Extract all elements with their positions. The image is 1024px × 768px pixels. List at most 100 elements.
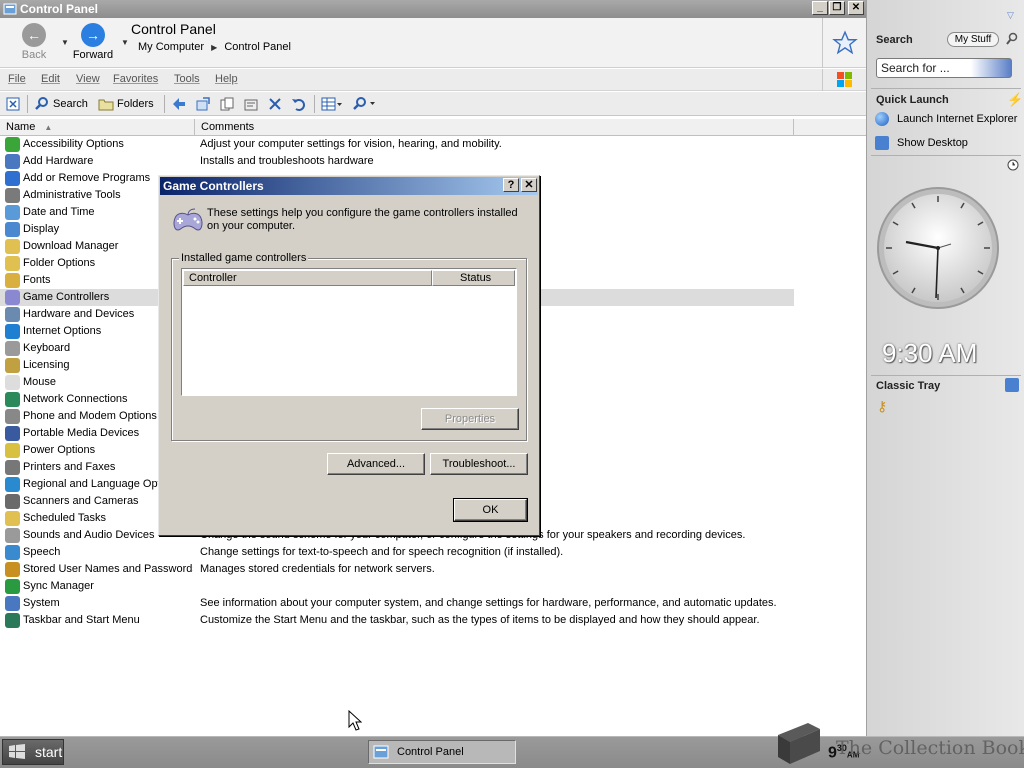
- advanced-button[interactable]: Advanced...: [327, 453, 425, 475]
- item-icon: [5, 443, 20, 458]
- column-header: Name ▲ Comments: [0, 119, 866, 136]
- item-icon: [5, 341, 20, 356]
- tray-keys-icon[interactable]: ⚷: [877, 398, 887, 415]
- up-arrow-icon: [173, 98, 185, 110]
- list-item[interactable]: Speech Change settings for text-to-speech…: [0, 544, 794, 561]
- classic-tray-icon[interactable]: [1005, 378, 1019, 392]
- column-name-header[interactable]: Name ▲: [0, 119, 195, 136]
- restore-button[interactable]: ❐: [829, 1, 845, 15]
- menu-help[interactable]: Help: [215, 73, 238, 85]
- breadcrumb-control-panel[interactable]: Control Panel: [224, 41, 291, 53]
- forward-button[interactable]: → Forward: [63, 23, 123, 67]
- views-button[interactable]: [321, 95, 343, 113]
- clock-settings-icon[interactable]: [1007, 159, 1019, 171]
- item-name: Accessibility Options: [23, 138, 124, 150]
- item-icon: [5, 528, 20, 543]
- ok-button[interactable]: OK: [453, 498, 528, 522]
- list-item[interactable]: System See information about your compute…: [0, 595, 794, 612]
- item-name: Speech: [23, 546, 61, 558]
- menu-edit[interactable]: Edit: [41, 73, 60, 85]
- item-icon: [5, 511, 20, 526]
- sidebar-divider: [871, 375, 1021, 376]
- troubleshoot-button[interactable]: Troubleshoot...: [430, 453, 528, 475]
- minimize-button[interactable]: _: [812, 1, 828, 15]
- forward-dropdown-icon[interactable]: ▼: [121, 38, 129, 47]
- taskbar-control-panel[interactable]: Control Panel: [368, 740, 516, 764]
- menu-file[interactable]: File: [8, 73, 26, 85]
- quick-launch-internet-explorer[interactable]: Launch Internet Explorer: [875, 110, 1024, 128]
- sidebar: ▽ Search My Stuff Search for ... Quick L…: [866, 0, 1024, 736]
- menu-view[interactable]: View: [76, 73, 100, 85]
- move-to-button[interactable]: [195, 95, 211, 113]
- favorites-star-button[interactable]: [822, 18, 866, 68]
- item-icon: [5, 290, 20, 305]
- sidebar-options-icon[interactable]: ▽: [1007, 10, 1014, 21]
- game-controllers-dialog: Game Controllers ? ✕ These settings help…: [158, 175, 540, 536]
- search-options-button[interactable]: [352, 95, 378, 113]
- item-name: System: [23, 597, 60, 609]
- toolbar-separator: [27, 95, 28, 113]
- dialog-help-button[interactable]: ?: [503, 178, 519, 192]
- analog-clock: [877, 187, 999, 309]
- installed-controllers-label: Installed game controllers: [179, 252, 309, 264]
- sidebar-search-input[interactable]: Search for ...: [876, 58, 1012, 78]
- toolbar: Search Folders: [0, 92, 866, 116]
- search-icon[interactable]: [1005, 32, 1019, 46]
- search-button[interactable]: Search: [34, 95, 88, 113]
- menu-tools[interactable]: Tools: [174, 73, 200, 85]
- item-comment: Change settings for text-to-speech and f…: [200, 546, 564, 558]
- list-item[interactable]: Stored User Names and Passwords Manages s…: [0, 561, 794, 578]
- controller-column-header[interactable]: Controller: [183, 270, 432, 286]
- mouse-cursor-icon: [348, 710, 362, 731]
- copy-to-button[interactable]: [219, 95, 235, 113]
- start-logo-icon: [9, 744, 25, 759]
- star-icon: [831, 30, 858, 55]
- list-item[interactable]: Accessibility Options Adjust your compute…: [0, 136, 794, 153]
- game-controller-icon: [173, 208, 203, 231]
- back-button[interactable]: ← Back: [4, 23, 64, 67]
- breadcrumb-my-computer[interactable]: My Computer: [138, 41, 204, 53]
- quick-launch-title: Quick Launch: [876, 94, 949, 106]
- dialog-titlebar[interactable]: Game Controllers ? ✕: [160, 177, 538, 195]
- item-name: Taskbar and Start Menu: [23, 614, 140, 626]
- navigation-bar: ← Back ▼ → Forward ▼ Control Panel My Co…: [0, 18, 866, 68]
- sidebar-divider: [871, 155, 1021, 156]
- my-stuff-button[interactable]: My Stuff: [947, 32, 999, 47]
- start-button[interactable]: start: [2, 739, 64, 765]
- control-panel-icon: [3, 3, 17, 15]
- undo-icon: [292, 99, 305, 111]
- item-icon: [5, 562, 20, 577]
- up-folder-button[interactable]: [171, 95, 187, 113]
- search-section-title: Search: [876, 34, 913, 46]
- window-title: Control Panel: [20, 2, 99, 16]
- menu-favorites[interactable]: Favorites: [113, 73, 158, 85]
- quick-launch-show-desktop[interactable]: Show Desktop: [875, 134, 1024, 152]
- item-icon: [5, 596, 20, 611]
- dialog-close-button[interactable]: ✕: [521, 178, 537, 192]
- status-column-header[interactable]: Status: [432, 270, 515, 286]
- menu-bar: File Edit View Favorites Tools Help: [0, 69, 866, 91]
- window-titlebar[interactable]: Control Panel _ ❐ ✕: [0, 0, 866, 18]
- delete-button[interactable]: [267, 95, 283, 113]
- move-to-icon: [196, 97, 210, 111]
- item-icon: [5, 171, 20, 186]
- collection-book-logo-icon: [778, 723, 820, 764]
- close-button[interactable]: ✕: [848, 1, 864, 15]
- item-comment: Adjust your computer settings for vision…: [200, 138, 502, 150]
- properties-toolbar-button[interactable]: [243, 95, 259, 113]
- folders-button[interactable]: Folders: [98, 95, 154, 113]
- properties-button[interactable]: Properties: [421, 408, 519, 430]
- column-comments-header[interactable]: Comments: [195, 119, 794, 136]
- views-icon: [321, 97, 342, 111]
- list-item[interactable]: Add Hardware Installs and troubleshoots h…: [0, 153, 794, 170]
- item-icon: [5, 494, 20, 509]
- controllers-list[interactable]: Controller Status: [181, 268, 517, 396]
- search-label: Search: [53, 98, 88, 110]
- item-icon: [5, 358, 20, 373]
- list-item[interactable]: Taskbar and Start Menu Customize the Star…: [0, 612, 794, 629]
- list-item[interactable]: Sync Manager: [0, 578, 794, 595]
- close-pane-button[interactable]: [6, 95, 20, 113]
- item-icon: [5, 545, 20, 560]
- copy-to-icon: [220, 97, 234, 111]
- undo-button[interactable]: [291, 95, 307, 113]
